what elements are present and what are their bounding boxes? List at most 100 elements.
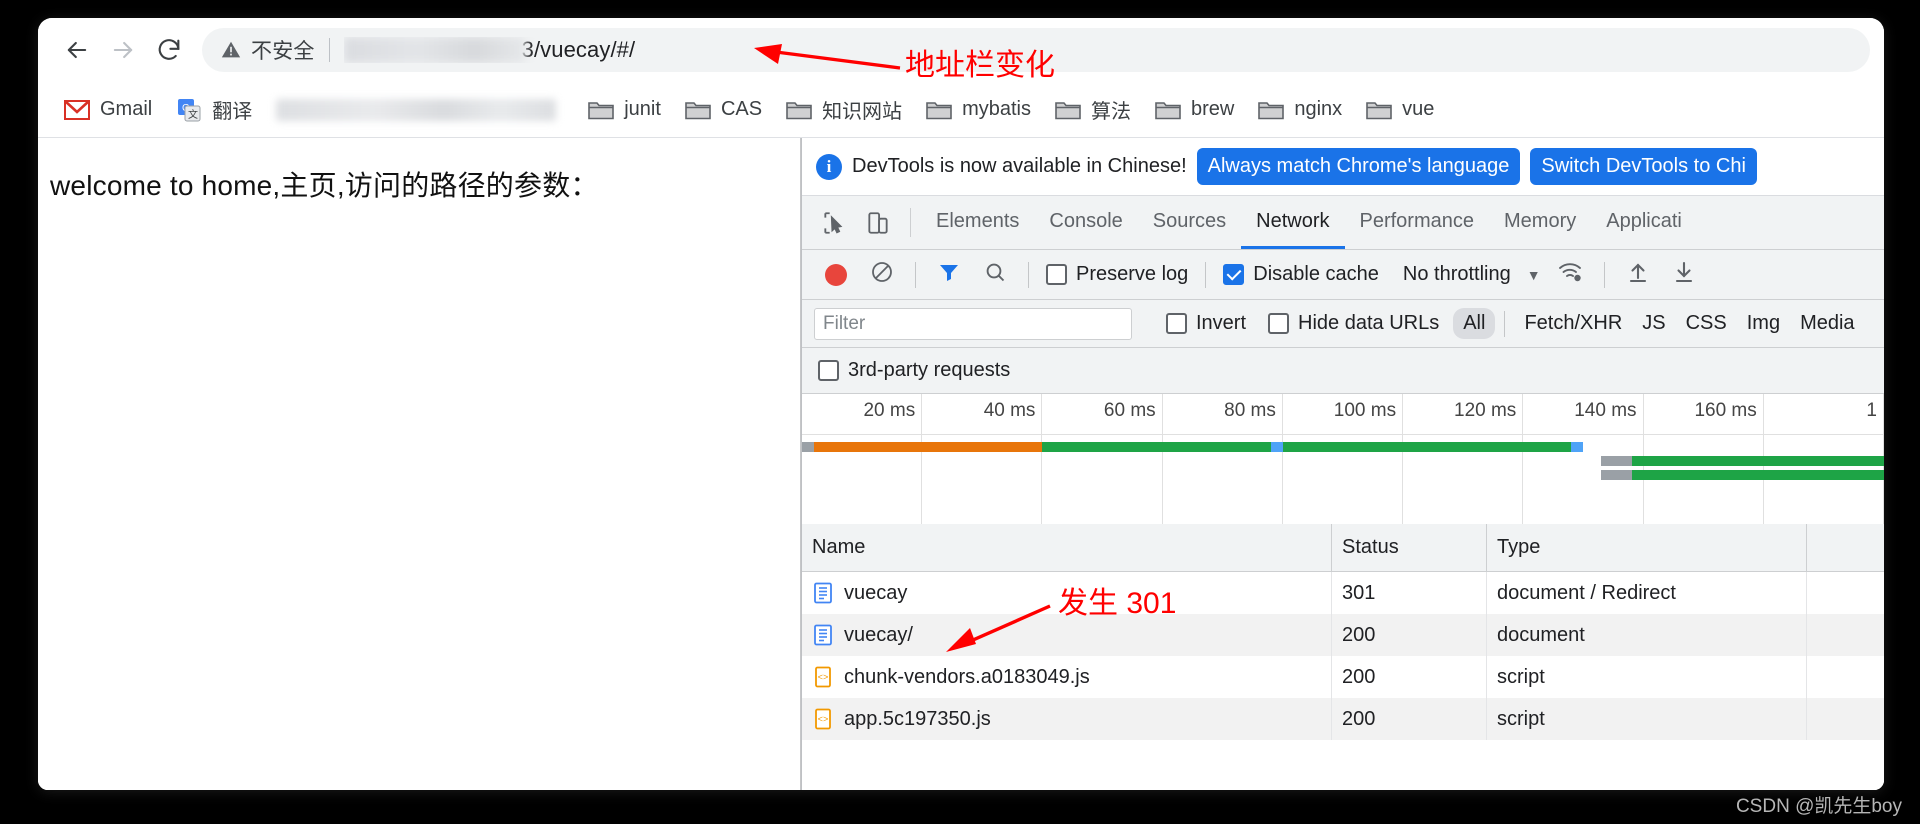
bookmark-gmail[interactable]: Gmail: [54, 91, 162, 129]
tick-label: 80 ms: [1224, 400, 1276, 421]
waterfall-segment: [1631, 456, 1884, 466]
always-match-language-button[interactable]: Always match Chrome's language: [1196, 148, 1521, 185]
tick-label: 1: [1866, 400, 1877, 421]
download-arrow-icon: [1672, 260, 1696, 290]
throttling-value: No throttling: [1402, 263, 1511, 285]
inspect-cursor-icon[interactable]: [812, 196, 856, 249]
tabbar-divider: [910, 208, 911, 237]
tab-application[interactable]: Applicati: [1591, 196, 1697, 249]
switch-devtools-language-button[interactable]: Switch DevTools to Chi: [1530, 148, 1757, 185]
table-row[interactable]: <> app.5c197350.js 200 script: [802, 698, 1884, 740]
arrow-right-icon: [109, 36, 137, 64]
cell-name: <> app.5c197350.js: [802, 698, 1332, 740]
network-toolbar: Preserve log Disable cache No throttling…: [802, 250, 1884, 300]
type-filter-media[interactable]: Media: [1790, 308, 1864, 339]
throttling-select[interactable]: No throttling ▼: [1387, 263, 1547, 286]
back-button[interactable]: [54, 27, 100, 73]
network-overview-chart[interactable]: 20 ms 40 ms 60 ms 80 ms 100 ms 120 ms 14…: [802, 394, 1884, 524]
web-page-viewport: welcome to home,主页,访问的路径的参数：: [38, 138, 801, 790]
reload-button[interactable]: [146, 27, 192, 73]
tick-label: 140 ms: [1574, 400, 1637, 421]
checkbox-box: [1223, 264, 1245, 285]
svg-text:文: 文: [188, 108, 198, 121]
folder-icon: [588, 97, 615, 123]
import-har-button[interactable]: [1616, 255, 1660, 295]
cell-name: <> chunk-vendors.a0183049.js: [802, 656, 1332, 698]
hide-data-urls-checkbox[interactable]: Hide data URLs: [1262, 312, 1445, 335]
disable-cache-checkbox[interactable]: Disable cache: [1217, 263, 1385, 286]
bookmark-label: 翻译: [212, 101, 253, 123]
bookmark-folder-vue[interactable]: vue: [1356, 91, 1444, 129]
bookmark-translate[interactable]: G文 翻译: [166, 91, 262, 129]
table-row[interactable]: vuecay/ 200 document: [802, 614, 1884, 656]
export-har-button[interactable]: [1662, 255, 1706, 295]
waterfall-segment: [1631, 470, 1884, 480]
bookmark-label: brew: [1190, 98, 1235, 120]
bookmark-folder-algorithm[interactable]: 算法: [1045, 91, 1141, 129]
type-filter-css[interactable]: CSS: [1676, 308, 1737, 339]
folder-icon: [1258, 97, 1285, 123]
tab-network[interactable]: Network: [1241, 196, 1345, 249]
tab-elements[interactable]: Elements: [921, 196, 1034, 249]
info-icon: i: [816, 153, 842, 180]
bookmark-folder-cas[interactable]: CAS: [675, 91, 772, 129]
address-bar[interactable]: 不安全 3/vuecay/#/: [202, 28, 1870, 72]
table-row[interactable]: <> chunk-vendors.a0183049.js 200 script: [802, 656, 1884, 698]
waterfall-segment: [1042, 442, 1271, 452]
document-icon: [812, 582, 834, 604]
type-filter-img[interactable]: Img: [1737, 308, 1790, 339]
forward-button[interactable]: [100, 27, 146, 73]
table-row[interactable]: vuecay 301 document / Redirect: [802, 572, 1884, 614]
page-body-text: welcome to home,主页,访问的路径的参数：: [50, 170, 599, 201]
bookmark-folder-knowledge[interactable]: 知识网站: [776, 91, 912, 129]
filter-toggle-button[interactable]: [927, 255, 971, 295]
svg-text:<>: <>: [818, 715, 829, 725]
type-filter-fetch-xhr[interactable]: Fetch/XHR: [1514, 308, 1632, 339]
cell-type: script: [1487, 698, 1807, 740]
request-name: vuecay/: [844, 623, 913, 646]
bookmark-folder-nginx[interactable]: nginx: [1248, 91, 1352, 129]
column-header-status[interactable]: Status: [1332, 524, 1487, 571]
network-conditions-button[interactable]: [1549, 255, 1593, 295]
tab-memory[interactable]: Memory: [1489, 196, 1591, 249]
tab-performance[interactable]: Performance: [1345, 196, 1490, 249]
type-filter-all[interactable]: All: [1453, 308, 1496, 339]
chevron-down-icon: ▼: [1526, 266, 1541, 283]
waterfall-bar-row: [802, 442, 1884, 452]
column-header-type[interactable]: Type: [1487, 524, 1807, 571]
bookmark-label: mybatis: [962, 98, 1031, 120]
bookmark-folder-brew[interactable]: brew: [1145, 91, 1244, 129]
invert-checkbox[interactable]: Invert: [1160, 312, 1252, 335]
waterfall-segment: [1282, 442, 1572, 452]
clear-button[interactable]: [860, 255, 904, 295]
bookmark-label: CAS: [720, 98, 763, 120]
tab-sources[interactable]: Sources: [1138, 196, 1241, 249]
cell-name: vuecay: [802, 572, 1332, 614]
waterfall-segment: [1270, 442, 1283, 452]
preserve-log-checkbox[interactable]: Preserve log: [1040, 263, 1194, 286]
devtools-language-banner: i DevTools is now available in Chinese! …: [802, 138, 1884, 196]
type-filter-js[interactable]: JS: [1632, 308, 1675, 339]
network-filter-bar: Filter Invert Hide data URLs All Fetch/X…: [802, 300, 1884, 348]
banner-message: DevTools is now available in Chinese!: [852, 155, 1187, 177]
browser-window: 不安全 3/vuecay/#/ Gmail G文 翻译: [38, 18, 1884, 790]
bookmark-redacted[interactable]: [276, 98, 557, 121]
tick-label: 40 ms: [983, 400, 1036, 421]
column-header-name[interactable]: Name: [802, 524, 1332, 571]
tab-console[interactable]: Console: [1034, 196, 1137, 249]
toolbar-divider-2: [1028, 261, 1029, 288]
bookmark-folder-mybatis[interactable]: mybatis: [916, 91, 1041, 129]
url-display[interactable]: 3/vuecay/#/: [343, 37, 636, 63]
device-toolbar-icon[interactable]: [856, 196, 900, 249]
folder-icon: [786, 97, 812, 123]
filter-input[interactable]: Filter: [814, 307, 1132, 340]
content-area: welcome to home,主页,访问的路径的参数： i DevTools …: [38, 138, 1884, 790]
security-label: 不安全: [251, 40, 315, 63]
third-party-requests-checkbox[interactable]: 3rd-party requests: [818, 359, 1016, 382]
bookmark-folder-junit[interactable]: junit: [578, 91, 671, 129]
omnibox-divider: [328, 38, 330, 62]
search-button[interactable]: [973, 255, 1017, 295]
record-button[interactable]: [814, 255, 858, 295]
bookmark-label: junit: [624, 98, 661, 120]
tick-label: 160 ms: [1694, 400, 1757, 421]
